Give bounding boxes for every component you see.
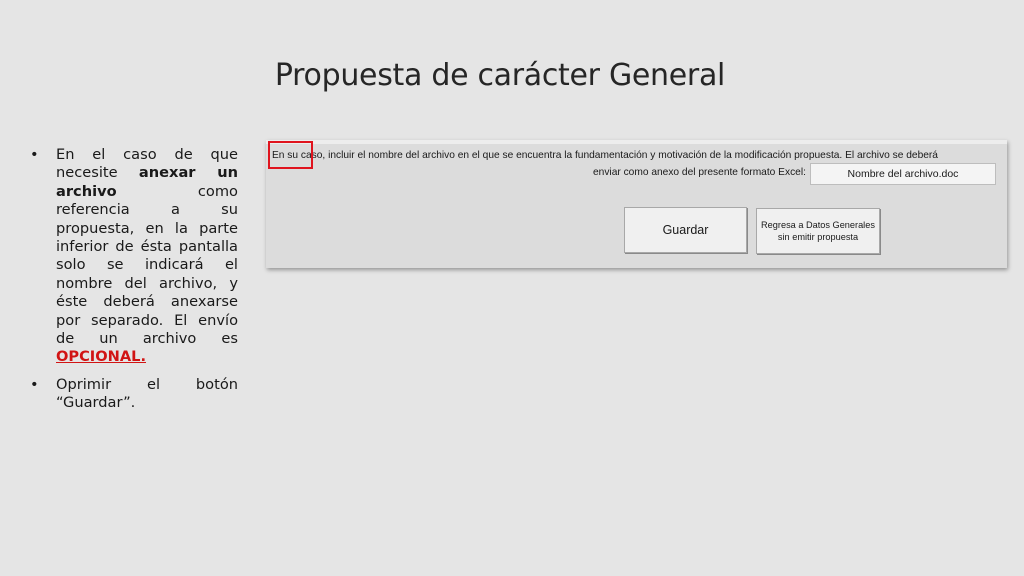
highlight-box <box>268 141 313 169</box>
instruction-line-1: En su caso, incluir el nombre del archiv… <box>272 150 938 161</box>
bullet-list: En el caso de que necesite anexar un arc… <box>30 146 238 422</box>
optional-label: OPCIONAL. <box>56 348 146 366</box>
form-screenshot: En su caso, incluir el nombre del archiv… <box>266 140 1007 268</box>
slide-title: Propuesta de carácter General <box>274 58 726 93</box>
filename-field[interactable]: Nombre del archivo.doc <box>810 163 996 185</box>
instruction-line-2: enviar como anexo del presente formato E… <box>593 167 806 178</box>
back-to-general-data-button[interactable]: Regresa a Datos Generales sin emitir pro… <box>756 208 880 254</box>
save-button[interactable]: Guardar <box>624 207 747 253</box>
instruction-rest-text: , incluir el nombre del archivo en el qu… <box>322 150 938 161</box>
bullet-item-attach: En el caso de que necesite anexar un arc… <box>30 146 238 367</box>
bullet-text-save: Oprimir el botón “Guardar”. <box>56 375 238 412</box>
bullet-item-save: Oprimir el botón “Guardar”. <box>30 376 238 413</box>
bullet-text-mid: como referencia a su propuesta, en la pa… <box>56 182 238 348</box>
